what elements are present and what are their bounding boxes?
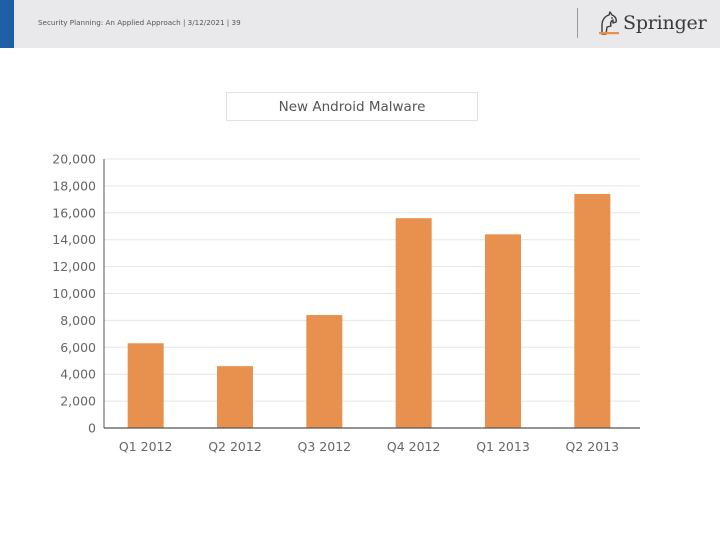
y-tick-label: 4,000	[60, 367, 96, 382]
bar	[485, 234, 521, 428]
y-tick-label: 16,000	[52, 205, 96, 220]
bar	[574, 193, 611, 428]
bar	[127, 343, 164, 428]
bar	[395, 218, 432, 428]
x-tick-label: Q1 2013	[476, 439, 530, 454]
y-tick-label: 8,000	[60, 313, 96, 328]
y-tick-label: 18,000	[52, 178, 96, 193]
bar	[306, 315, 343, 428]
x-tick-label: Q2 2013	[566, 439, 620, 454]
x-tick-label: Q3 2012	[298, 439, 352, 454]
android-malware-bar-chart: 0 2,000 4,000 6,000 8,000 10,000 12,000 14,000 1…	[52, 152, 640, 454]
y-tick-label: 10,000	[52, 286, 96, 301]
y-tick-label: 6,000	[60, 340, 96, 355]
grid-lines	[104, 158, 640, 402]
y-tick-label: 14,000	[52, 232, 96, 247]
y-tick-label: 20,000	[52, 152, 96, 167]
x-tick-label: Q2 2012	[208, 439, 262, 454]
y-tick-label: 0	[88, 421, 96, 436]
chart-title: New Android Malware	[226, 92, 478, 121]
bar	[217, 366, 253, 428]
x-tick-label: Q4 2012	[387, 439, 441, 454]
bars	[127, 193, 611, 428]
x-tick-label: Q1 2012	[119, 439, 173, 454]
y-tick-label: 12,000	[52, 259, 96, 274]
y-tick-label: 2,000	[60, 394, 96, 409]
